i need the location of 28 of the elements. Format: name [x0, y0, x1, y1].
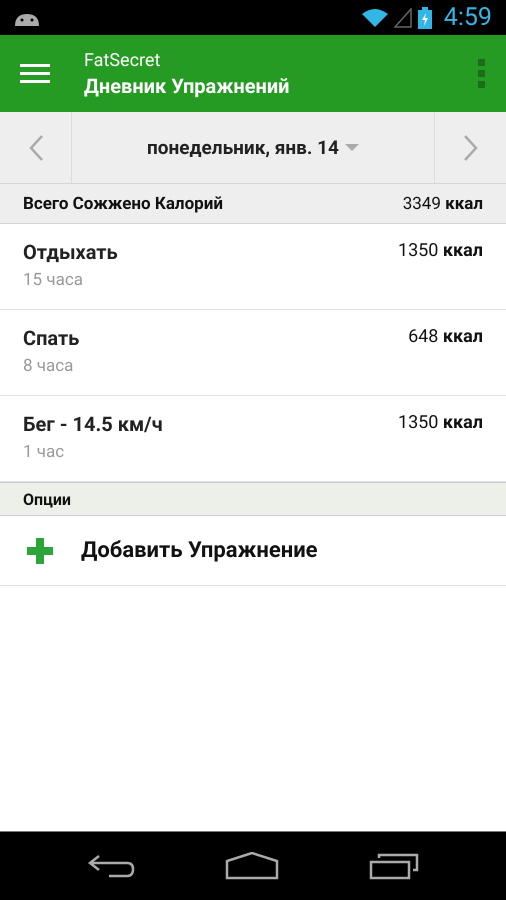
plus-icon	[27, 538, 53, 564]
signal-icon	[394, 8, 412, 28]
exercise-row[interactable]: Спать 8 часа 648 ккал	[0, 310, 506, 396]
battery-icon	[418, 6, 432, 28]
exercise-duration: 8 часа	[23, 356, 74, 376]
options-header: Опции	[0, 482, 506, 516]
chevron-right-icon	[462, 134, 478, 162]
wifi-icon	[362, 8, 388, 28]
home-button[interactable]	[225, 852, 279, 880]
app-name: FatSecret	[84, 50, 162, 70]
exercise-name: Спать	[23, 326, 80, 350]
menu-button[interactable]	[20, 62, 50, 84]
status-time: 4:59	[444, 3, 492, 32]
total-calories: 3349 ккал	[402, 194, 483, 214]
exercise-calories: 648 ккал	[408, 326, 483, 349]
exercise-name: Отдыхать	[23, 240, 118, 264]
chevron-left-icon	[28, 134, 44, 162]
exercise-calories: 1350 ккал	[398, 240, 483, 263]
exercise-duration: 15 часа	[23, 270, 84, 290]
exercise-row[interactable]: Отдыхать 15 часа 1350 ккал	[0, 224, 506, 310]
recent-apps-button[interactable]	[369, 852, 419, 880]
total-label: Всего Сожжено Калорий	[23, 194, 223, 214]
exercise-duration: 1 час	[23, 442, 66, 462]
back-button[interactable]	[87, 852, 135, 880]
exercise-calories: 1350 ккал	[398, 412, 483, 435]
exercise-name: Бег - 14.5 км/ч	[23, 412, 163, 436]
screen-title: Дневник Упражнений	[84, 74, 290, 98]
dropdown-caret-icon	[344, 144, 359, 152]
